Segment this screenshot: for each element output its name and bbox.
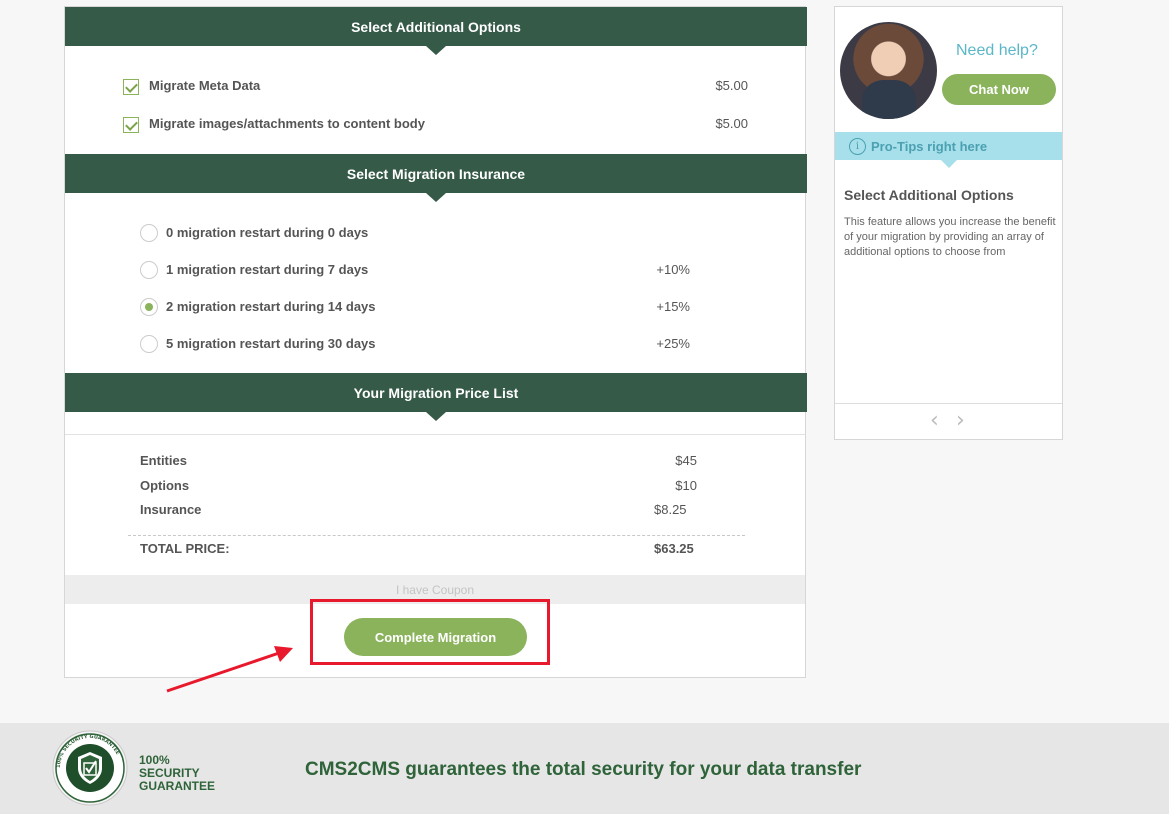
info-icon: i xyxy=(849,137,866,155)
additional-options-header: Select Additional Options xyxy=(65,7,807,55)
price-list-title: Your Migration Price List xyxy=(353,384,519,401)
protips-label: Pro-Tips right here xyxy=(871,138,988,154)
migration-panel: Select Additional Options Migrate Meta D… xyxy=(64,6,807,678)
option-price: $5.00 xyxy=(715,78,748,93)
chat-now-label: Chat Now xyxy=(969,82,1029,97)
badge-line-3: GUARANTEE xyxy=(139,779,216,793)
price-row-total: TOTAL PRICE: $63.25 xyxy=(140,541,697,556)
price-label: Insurance xyxy=(140,502,202,517)
protips-bar: i Pro-Tips right here xyxy=(835,132,1062,168)
price-label: Options xyxy=(140,478,190,493)
migrate-images-checkbox[interactable] xyxy=(123,117,139,133)
price-value: $45 xyxy=(675,453,697,468)
tip-nav-divider xyxy=(835,403,1062,404)
price-row-insurance: Insurance $8.25 xyxy=(140,502,689,517)
insurance-radio[interactable] xyxy=(140,261,158,279)
insurance-label: 1 migration restart during 7 days xyxy=(166,262,369,277)
annotation-arrow-icon xyxy=(166,646,293,693)
insurance-label: 2 migration restart during 14 days xyxy=(166,299,376,314)
price-value: $10 xyxy=(675,478,697,493)
total-divider xyxy=(128,535,745,536)
chevron-right-icon[interactable]: › xyxy=(956,410,965,432)
price-value: $8.25 xyxy=(654,502,687,517)
insurance-header: Select Migration Insurance xyxy=(65,154,807,202)
insurance-title: Select Migration Insurance xyxy=(346,165,526,182)
insurance-radio-selected[interactable] xyxy=(140,298,158,316)
insurance-radio[interactable] xyxy=(140,224,158,242)
security-footer: 100% SECURITY GUARANTEE 100% SECURITY GU… xyxy=(0,723,1169,814)
security-shield-badge-icon: 100% SECURITY GUARANTEE xyxy=(52,730,128,806)
insurance-price: +15% xyxy=(656,299,690,314)
tip-text: This feature allows you increase the ben… xyxy=(844,216,1056,258)
price-row-entities: Entities $45 xyxy=(140,453,697,468)
price-row-options: Options $10 xyxy=(140,478,697,493)
option-label: Migrate Meta Data xyxy=(149,78,261,93)
insurance-radio[interactable] xyxy=(140,335,158,353)
insurance-price: +10% xyxy=(656,262,690,277)
coupon-label: I have Coupon xyxy=(395,582,475,597)
price-list-header: Your Migration Price List xyxy=(65,373,807,421)
total-value: $63.25 xyxy=(654,541,694,556)
meta-data-checkbox[interactable] xyxy=(123,79,139,95)
option-price: $5.00 xyxy=(715,116,748,131)
highlight-annotation-box xyxy=(310,599,550,665)
chevron-left-icon[interactable]: ‹ xyxy=(930,410,939,432)
security-guarantee-label: 100% SECURITY GUARANTEE xyxy=(139,754,229,793)
insurance-label: 5 migration restart during 30 days xyxy=(166,336,376,351)
support-agent-avatar xyxy=(840,22,937,119)
price-label: Entities xyxy=(140,453,187,468)
tip-title: Select Additional Options xyxy=(844,187,1014,203)
option-label: Migrate images/attachments to content bo… xyxy=(149,116,425,131)
chat-now-button[interactable]: Chat Now xyxy=(942,74,1056,105)
divider xyxy=(65,434,805,435)
help-sidebar: Need help? Chat Now i Pro-Tips right her… xyxy=(834,6,1063,440)
insurance-label: 0 migration restart during 0 days xyxy=(166,225,369,240)
insurance-price: +25% xyxy=(656,336,690,351)
additional-options-title: Select Additional Options xyxy=(351,18,521,35)
security-guarantee-text: CMS2CMS guarantees the total security fo… xyxy=(305,759,862,780)
total-label: TOTAL PRICE: xyxy=(140,541,230,556)
need-help-text: Need help? xyxy=(956,42,1038,59)
